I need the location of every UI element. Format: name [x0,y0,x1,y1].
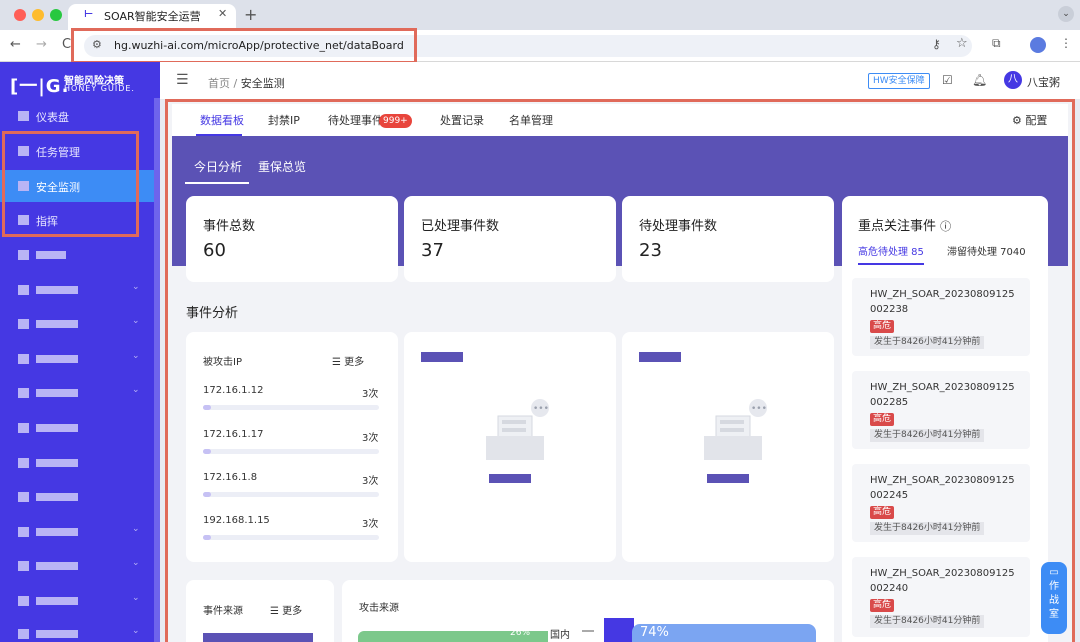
sidebar-item-redacted[interactable]: ⌄ [0,274,154,306]
redacted-label [36,251,66,259]
sidebar-item-redacted[interactable] [0,239,154,271]
menu-item-icon [18,561,29,571]
new-tab-icon[interactable]: + [244,5,257,24]
chevron-down-icon: ⌄ [132,351,140,361]
hw-badge[interactable]: HW安全保障 [868,73,930,89]
menu-item-icon [18,596,29,606]
menu-item-icon [18,319,29,329]
chevron-down-icon: ⌄ [132,593,140,603]
menu-item-icon [18,423,29,433]
redacted-label [36,320,78,328]
menu-icon[interactable]: ⋮ [1060,36,1072,50]
breadcrumb: 首页 / 安全监测 [208,75,285,91]
menu-item-icon [18,458,29,468]
sidebar-item-redacted[interactable]: ⌄ [0,550,154,582]
redacted-label [36,389,78,397]
key-icon[interactable]: ⚷ [932,37,941,51]
chevron-down-icon: ⌄ [132,282,140,292]
menu-item-icon [18,285,29,295]
window-minimize-button[interactable] [32,9,44,21]
bell-icon[interactable]: 🔔︎ [972,73,987,87]
redacted-label [36,630,78,638]
main-highlight-box [165,99,1075,642]
avatar[interactable]: 八 [1004,71,1022,89]
dashboard-icon [18,111,29,121]
chevron-down-icon: ⌄ [132,558,140,568]
logo-en: HONEY GUIDE. [64,84,135,93]
redacted-label [36,286,78,294]
tab-favicon-icon: ⊢ [84,9,94,20]
redacted-label [36,597,78,605]
reload-icon[interactable]: C [62,37,71,52]
star-icon[interactable]: ☆ [956,36,968,51]
extensions-icon[interactable]: ⧉ [992,36,1001,51]
sidebar-item-redacted[interactable] [0,481,154,513]
url-highlight-box [71,28,417,64]
chevron-down-icon: ⌄ [132,385,140,395]
menu-item-icon [18,629,29,639]
user-name[interactable]: 八宝粥 [1027,74,1060,90]
menu-item-icon [18,492,29,502]
browser-forward-icon[interactable]: → [36,37,47,52]
sidebar-scrollbar[interactable] [154,98,160,642]
tab-close-icon[interactable]: ✕ [218,7,227,20]
menu-item-icon [18,250,29,260]
breadcrumb-current: 安全监测 [240,77,285,90]
redacted-label [36,493,78,501]
sidebar-item-redacted[interactable]: ⌄ [0,516,154,548]
tab-search-icon[interactable]: ⌄ [1058,6,1074,22]
logo-mark: [一|G. [10,76,70,97]
redacted-label [36,424,78,432]
sidebar-item-redacted[interactable]: ⌄ [0,308,154,340]
window-close-button[interactable] [14,9,26,21]
window-zoom-button[interactable] [50,9,62,21]
tab-title: SOAR智能安全运营 [104,10,201,23]
browser-back-icon[interactable]: ← [10,37,21,52]
menu-item-icon [18,354,29,364]
sidebar-item-redacted[interactable]: ⌄ [0,377,154,409]
chevron-down-icon: ⌄ [132,626,140,636]
sidebar-highlight-box [2,131,139,237]
redacted-label [36,459,78,467]
menu-item-icon [18,388,29,398]
breadcrumb-separator: / [233,77,238,90]
sidebar-item-redacted[interactable]: ⌄ [0,618,154,642]
chevron-down-icon: ⌄ [132,316,140,326]
sidebar-item-redacted[interactable]: ⌄ [0,343,154,375]
sidebar-item-label: 仪表盘 [36,111,69,124]
chevron-down-icon: ⌄ [132,524,140,534]
breadcrumb-home[interactable]: 首页 [208,77,230,90]
redacted-label [36,562,78,570]
profile-icon[interactable] [1030,37,1046,53]
sidebar-item-redacted[interactable] [0,412,154,444]
redacted-label [36,355,78,363]
sidebar-item-redacted[interactable] [0,447,154,479]
menu-item-icon [18,527,29,537]
sidebar-item-redacted[interactable]: ⌄ [0,585,154,617]
collapse-menu-icon[interactable]: ☰ [176,72,189,88]
sidebar-item-dashboard[interactable]: 仪表盘 [0,100,154,132]
checklist-icon[interactable]: ☑ [942,73,953,87]
redacted-label [36,528,78,536]
